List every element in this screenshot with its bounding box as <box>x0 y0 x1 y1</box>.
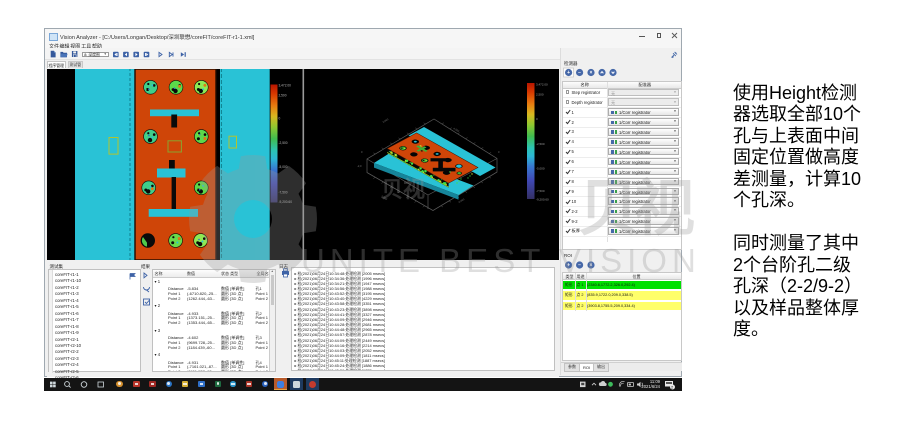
svg-text:2,500: 2,500 <box>279 94 287 98</box>
svg-text:−: − <box>578 263 581 269</box>
svg-text:0: 0 <box>536 117 538 121</box>
svg-text:3,472.00: 3,472.00 <box>536 83 548 87</box>
svg-text:2,500: 2,500 <box>536 93 544 97</box>
svg-text:-9,200.60: -9,200.60 <box>536 198 549 202</box>
svg-text:-5,000: -5,000 <box>279 165 288 169</box>
svg-text:-5,000: -5,000 <box>536 167 545 171</box>
svg-text:-2,500: -2,500 <box>279 141 288 145</box>
svg-text:-2,500: -2,500 <box>536 142 545 146</box>
svg-text:+: + <box>567 263 570 269</box>
svg-text:-7,500: -7,500 <box>279 191 288 195</box>
svg-text:2,000: 2,000 <box>382 117 390 124</box>
svg-text:0: 0 <box>279 117 281 121</box>
svg-text:4,000: 4,000 <box>453 126 461 133</box>
svg-text:×: × <box>590 70 593 76</box>
svg-text:2,000: 2,000 <box>381 194 389 201</box>
svg-text:-7,500: -7,500 <box>536 189 545 193</box>
svg-text:+: + <box>567 70 570 76</box>
svg-text:4,000: 4,000 <box>458 197 466 204</box>
svg-text:×: × <box>590 263 593 269</box>
svg-text:0: 0 <box>361 150 363 154</box>
svg-text:-2,0: -2,0 <box>357 164 362 168</box>
svg-text:0: 0 <box>498 150 500 154</box>
svg-text:3,472.00: 3,472.00 <box>279 84 292 88</box>
svg-text:−: − <box>578 70 581 76</box>
svg-text:-9,200.60: -9,200.60 <box>279 200 293 204</box>
